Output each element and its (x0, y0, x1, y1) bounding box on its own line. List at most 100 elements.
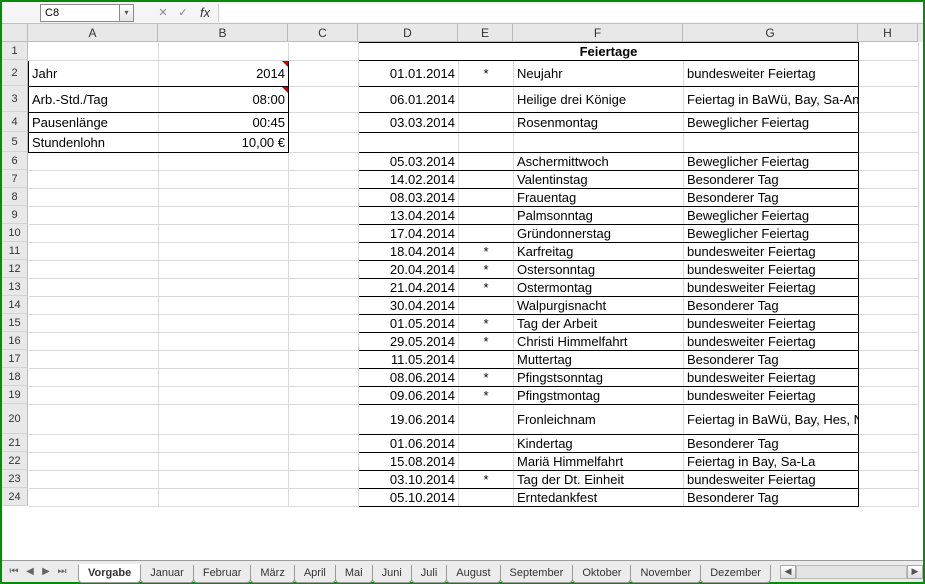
sheet-tab-januar[interactable]: Januar (140, 565, 194, 583)
cell[interactable] (459, 171, 514, 189)
cell[interactable] (159, 489, 289, 507)
cell[interactable] (459, 435, 514, 453)
cell[interactable]: Feiertage (359, 43, 859, 61)
cell[interactable] (859, 489, 919, 507)
cell[interactable] (859, 405, 919, 435)
cell[interactable]: 08.03.2014 (359, 189, 459, 207)
cell[interactable] (159, 333, 289, 351)
cell[interactable]: 15.08.2014 (359, 453, 459, 471)
cell[interactable] (29, 315, 159, 333)
cell[interactable] (29, 153, 159, 171)
name-box[interactable] (40, 4, 120, 22)
cell[interactable]: * (459, 243, 514, 261)
cell[interactable] (289, 471, 359, 489)
row-header-15[interactable]: 15 (2, 314, 28, 332)
cell[interactable] (459, 133, 514, 153)
sheet-tab-juli[interactable]: Juli (411, 565, 448, 583)
cell[interactable]: Besonderer Tag (684, 171, 859, 189)
cell[interactable] (29, 333, 159, 351)
cell[interactable]: 18.04.2014 (359, 243, 459, 261)
row-header-24[interactable]: 24 (2, 488, 28, 506)
col-header-H[interactable]: H (858, 24, 918, 42)
cell[interactable] (859, 387, 919, 405)
cell[interactable]: Besonderer Tag (684, 351, 859, 369)
cell[interactable] (859, 261, 919, 279)
row-header-12[interactable]: 12 (2, 260, 28, 278)
cell[interactable] (159, 207, 289, 225)
cell[interactable] (859, 113, 919, 133)
row-header-22[interactable]: 22 (2, 452, 28, 470)
row-header-5[interactable]: 5 (2, 132, 28, 152)
cell[interactable] (459, 405, 514, 435)
row-header-10[interactable]: 10 (2, 224, 28, 242)
cell[interactable] (859, 171, 919, 189)
col-header-G[interactable]: G (683, 24, 858, 42)
cell[interactable] (859, 61, 919, 87)
cell[interactable]: 30.04.2014 (359, 297, 459, 315)
cell[interactable]: bundesweiter Feiertag (684, 387, 859, 405)
cell[interactable] (29, 369, 159, 387)
cell[interactable] (159, 387, 289, 405)
cell[interactable] (29, 489, 159, 507)
cell[interactable]: * (459, 369, 514, 387)
cell[interactable]: 09.06.2014 (359, 387, 459, 405)
col-header-D[interactable]: D (358, 24, 458, 42)
cell[interactable] (29, 243, 159, 261)
cell[interactable]: Pfingstsonntag (514, 369, 684, 387)
cell[interactable] (859, 153, 919, 171)
cell[interactable]: Fronleichnam (514, 405, 684, 435)
cell[interactable] (29, 43, 159, 61)
cell[interactable] (159, 153, 289, 171)
cell[interactable] (289, 189, 359, 207)
cell[interactable] (289, 453, 359, 471)
cell[interactable] (29, 189, 159, 207)
cell[interactable] (159, 243, 289, 261)
row-header-16[interactable]: 16 (2, 332, 28, 350)
cell[interactable] (29, 471, 159, 489)
cell[interactable]: 20.04.2014 (359, 261, 459, 279)
cell[interactable]: Karfreitag (514, 243, 684, 261)
cell[interactable] (859, 315, 919, 333)
cell[interactable]: Beweglicher Feiertag (684, 207, 859, 225)
sheet-tab-april[interactable]: April (294, 565, 336, 583)
cell[interactable]: Neujahr (514, 61, 684, 87)
cell[interactable]: Frauentag (514, 189, 684, 207)
cell[interactable] (459, 489, 514, 507)
cell[interactable] (159, 369, 289, 387)
cell[interactable] (159, 189, 289, 207)
cell[interactable]: 03.03.2014 (359, 113, 459, 133)
row-header-7[interactable]: 7 (2, 170, 28, 188)
cell[interactable]: Beweglicher Feiertag (684, 225, 859, 243)
cell[interactable]: bundesweiter Feiertag (684, 61, 859, 87)
cell[interactable]: Erntedankfest (514, 489, 684, 507)
row-header-11[interactable]: 11 (2, 242, 28, 260)
cell[interactable]: 29.05.2014 (359, 333, 459, 351)
cell[interactable]: Palmsonntag (514, 207, 684, 225)
tab-nav-last[interactable]: ⏭ (54, 564, 70, 580)
sheet-tab-februar[interactable]: Februar (193, 565, 252, 583)
cell[interactable] (859, 225, 919, 243)
cell[interactable] (289, 405, 359, 435)
row-header-4[interactable]: 4 (2, 112, 28, 132)
sheet-tab-juni[interactable]: Juni (372, 565, 412, 583)
cell[interactable]: * (459, 387, 514, 405)
cell[interactable] (859, 435, 919, 453)
col-header-E[interactable]: E (458, 24, 513, 42)
cell[interactable]: Gründonnerstag (514, 225, 684, 243)
cell[interactable] (859, 351, 919, 369)
cell[interactable]: 08.06.2014 (359, 369, 459, 387)
cell[interactable]: Beweglicher Feiertag (684, 153, 859, 171)
cell[interactable] (859, 87, 919, 113)
cell[interactable] (159, 351, 289, 369)
sheet-tab-vorgabe[interactable]: Vorgabe (78, 564, 141, 583)
cell[interactable] (459, 297, 514, 315)
cell[interactable]: 05.03.2014 (359, 153, 459, 171)
cell[interactable]: 01.05.2014 (359, 315, 459, 333)
sheet-tab-dezember[interactable]: Dezember (700, 565, 771, 583)
cell[interactable]: Kindertag (514, 435, 684, 453)
cell[interactable]: bundesweiter Feiertag (684, 369, 859, 387)
cell[interactable]: * (459, 471, 514, 489)
sheet-tab-märz[interactable]: März (250, 565, 294, 583)
cell[interactable] (289, 171, 359, 189)
cell[interactable]: Ostermontag (514, 279, 684, 297)
